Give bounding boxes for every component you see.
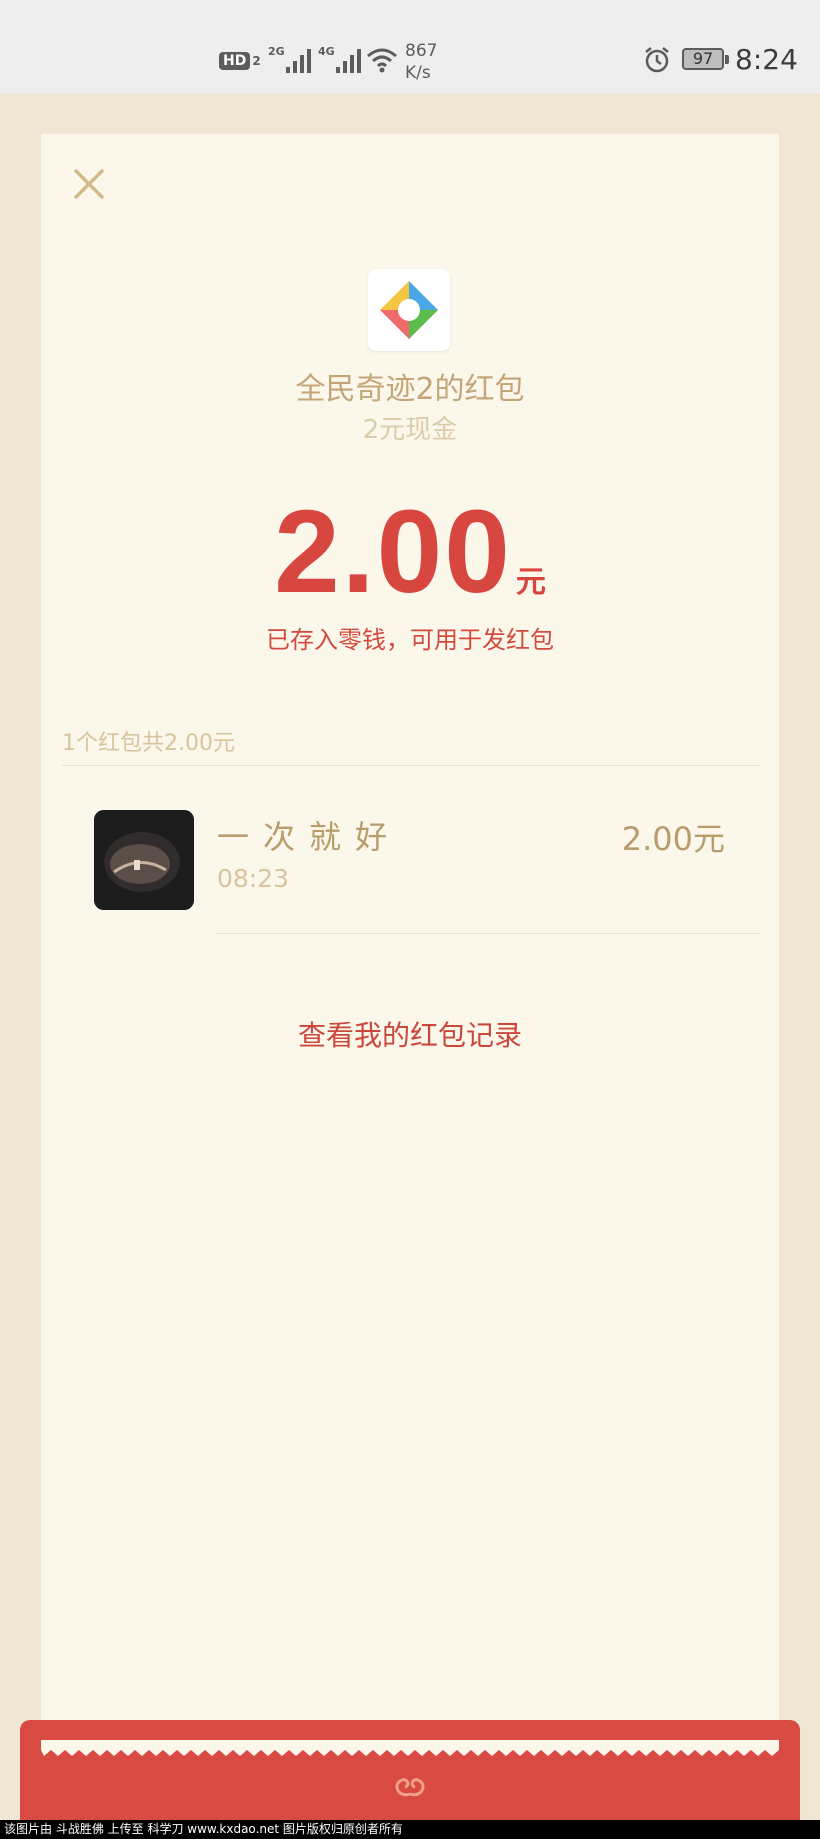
redpacket-summary: 1个红包共2.00元 [62, 731, 235, 756]
clock: 8:24 [735, 43, 798, 76]
battery-tip [725, 54, 729, 64]
redpacket-footer [20, 1720, 800, 1820]
divider [62, 765, 759, 766]
redpacket-detail-card: 全民奇迹2的红包 2元现金 2.00 元 已存入零钱，可用于发红包 1个红包共2.… [41, 134, 779, 1774]
hd-indicator: HD 2 [219, 48, 261, 74]
view-my-redpacket-records-link[interactable]: 查看我的红包记录 [41, 1014, 779, 1054]
wifi-icon [366, 46, 398, 74]
divider [217, 933, 759, 934]
redpacket-subtitle: 2元现金 [362, 415, 458, 445]
signal-bars-icon [335, 47, 361, 73]
alarm-icon [643, 46, 671, 74]
signal-bars-icon [285, 47, 311, 73]
sim2-network-label: 4G [318, 45, 335, 58]
sim1-network-label: 2G [268, 45, 285, 58]
deposit-note: 已存入零钱，可用于发红包 [266, 626, 554, 654]
hd-sim-number: 2 [252, 54, 261, 68]
battery-level: 97 [682, 48, 724, 70]
speed-unit: K/s [405, 63, 431, 83]
close-icon[interactable] [69, 164, 109, 204]
amount-unit: 元 [515, 565, 546, 600]
hd-label: HD [219, 52, 251, 70]
footer-zigzag-edge [41, 1740, 779, 1756]
record-amount: 2.00元 [621, 820, 725, 858]
sim1-signal: 2G [268, 45, 311, 75]
network-speed: 867 K/s [405, 40, 437, 84]
record-time: 08:23 [217, 864, 290, 893]
status-bar: HD 2 2G 4G 867 K/s 97 8:24 [0, 0, 820, 93]
speed-value: 867 [405, 41, 438, 61]
app-logo-icon [368, 269, 450, 351]
avatar [94, 810, 194, 910]
watermark-text: 该图片由 斗战胜佛 上传至 科学刀 www.kxdao.net 图片版权归原创者… [0, 1820, 820, 1839]
amount-value: 2.00 [274, 486, 512, 618]
amount-display: 2.00 元 [41, 484, 779, 620]
sim2-signal: 4G [318, 45, 361, 75]
sender-nickname: 一次就好 [217, 818, 402, 856]
battery-indicator: 97 [682, 48, 729, 70]
sender-title: 全民奇迹2的红包 [295, 372, 525, 407]
redpacket-footer-logo-icon [388, 1772, 432, 1800]
